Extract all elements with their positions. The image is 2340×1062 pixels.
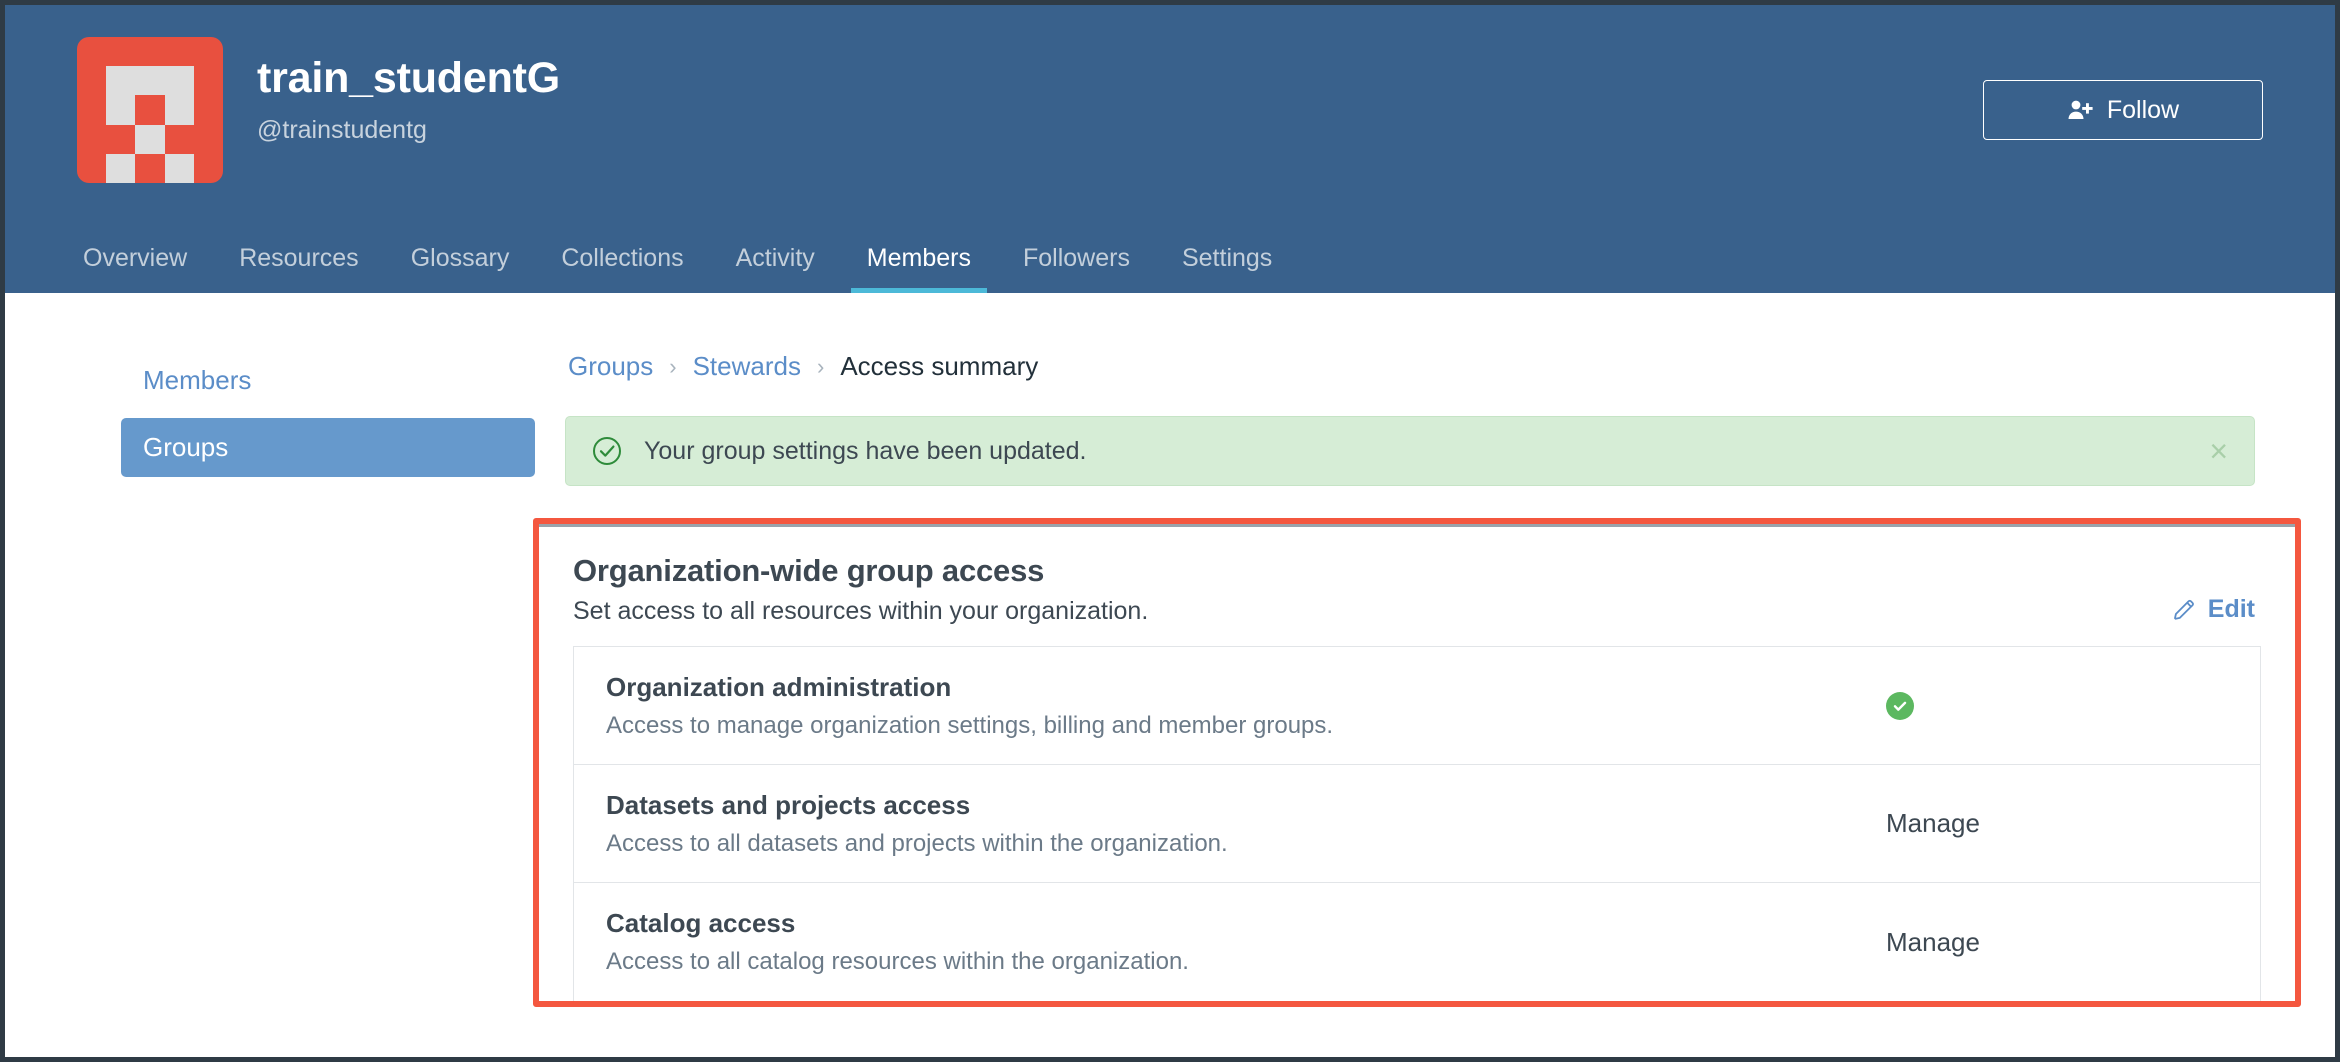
app-screenshot: train_studentG @trainstudentg Follow Ove… [0,0,2340,1062]
access-row-value: Manage [1886,926,1980,957]
page-title: train_studentG [257,54,561,102]
page-body: Members Groups Groups › Stewards › Acces… [5,293,2335,1057]
follow-button-label: Follow [2106,95,2180,124]
check-circle-icon [592,436,622,466]
green-check-badge-icon [1886,691,1914,720]
table-row[interactable]: Organization administration Access to ma… [574,647,2260,765]
access-table: Organization administration Access to ma… [573,646,2261,1001]
main-content: Groups › Stewards › Access summary Your … [533,351,2335,1057]
access-row-value: Manage [1886,808,1980,838]
nav-item-collections[interactable]: Collections [535,246,709,293]
nav-item-settings[interactable]: Settings [1156,246,1298,293]
breadcrumb-separator-icon: › [816,353,825,379]
breadcrumb: Groups › Stewards › Access summary [565,351,2255,382]
breadcrumb-item-groups[interactable]: Groups [568,351,653,382]
table-row[interactable]: Catalog access Access to all catalog res… [574,883,2260,1001]
follow-button[interactable]: Follow [1983,80,2263,140]
org-handle: @trainstudentg [257,116,427,145]
nav-item-resources[interactable]: Resources [213,246,385,293]
nav-item-members[interactable]: Members [841,246,997,293]
alert-message: Your group settings have been updated. [644,436,1087,465]
access-row-description: Access to all catalog resources within t… [606,948,1189,975]
org-header: train_studentG @trainstudentg Follow Ove… [5,5,2335,293]
org-nav: Overview Resources Glossary Collections … [5,207,2335,293]
breadcrumb-item-stewards[interactable]: Stewards [693,351,801,382]
access-row-name: Organization administration [606,671,952,702]
access-row-main: Catalog access Access to all catalog res… [606,908,1886,976]
breadcrumb-separator-icon: › [669,353,677,379]
org-avatar [77,37,223,183]
close-icon[interactable]: × [2209,435,2228,467]
access-row-value [1886,691,2226,720]
access-row-description: Access to manage organization settings, … [606,711,1334,739]
pencil-icon [2173,599,2194,620]
edit-button[interactable]: Edit [2171,595,2255,624]
success-alert: Your group settings have been updated. × [565,416,2255,486]
access-row-main: Organization administration Access to ma… [606,672,1886,740]
access-row-main: Datasets and projects access Access to a… [606,790,1886,858]
nav-item-glossary[interactable]: Glossary [385,246,536,293]
access-row-name: Catalog access [606,908,796,938]
sidebar: Members Groups [5,351,565,1057]
org-identity: train_studentG @trainstudentg [257,37,560,145]
user-plus-icon [2068,100,2093,119]
panel-title: Organization-wide group access [573,553,1045,588]
access-row-name: Datasets and projects access [606,789,971,820]
edit-button-label: Edit [2207,595,2255,623]
panel-header: Organization-wide group access Set acces… [573,553,2261,626]
highlight-annotation: Organization-wide group access Set acces… [533,518,2301,1007]
sidebar-item-members[interactable]: Members [121,351,535,410]
nav-item-overview[interactable]: Overview [77,246,213,293]
access-row-description: Access to all datasets and projects with… [606,829,1228,857]
nav-item-activity[interactable]: Activity [710,246,841,293]
breadcrumb-item-access-summary: Access summary [840,351,1039,381]
nav-item-followers[interactable]: Followers [997,246,1156,293]
org-wide-access-panel: Organization-wide group access Set acces… [539,524,2295,1001]
panel-subtitle: Set access to all resources within your … [573,597,1149,625]
panel-header-text: Organization-wide group access Set acces… [573,553,1148,626]
sidebar-item-groups[interactable]: Groups [121,418,535,477]
table-row[interactable]: Datasets and projects access Access to a… [574,765,2260,883]
tableau-logo-icon [77,37,223,183]
